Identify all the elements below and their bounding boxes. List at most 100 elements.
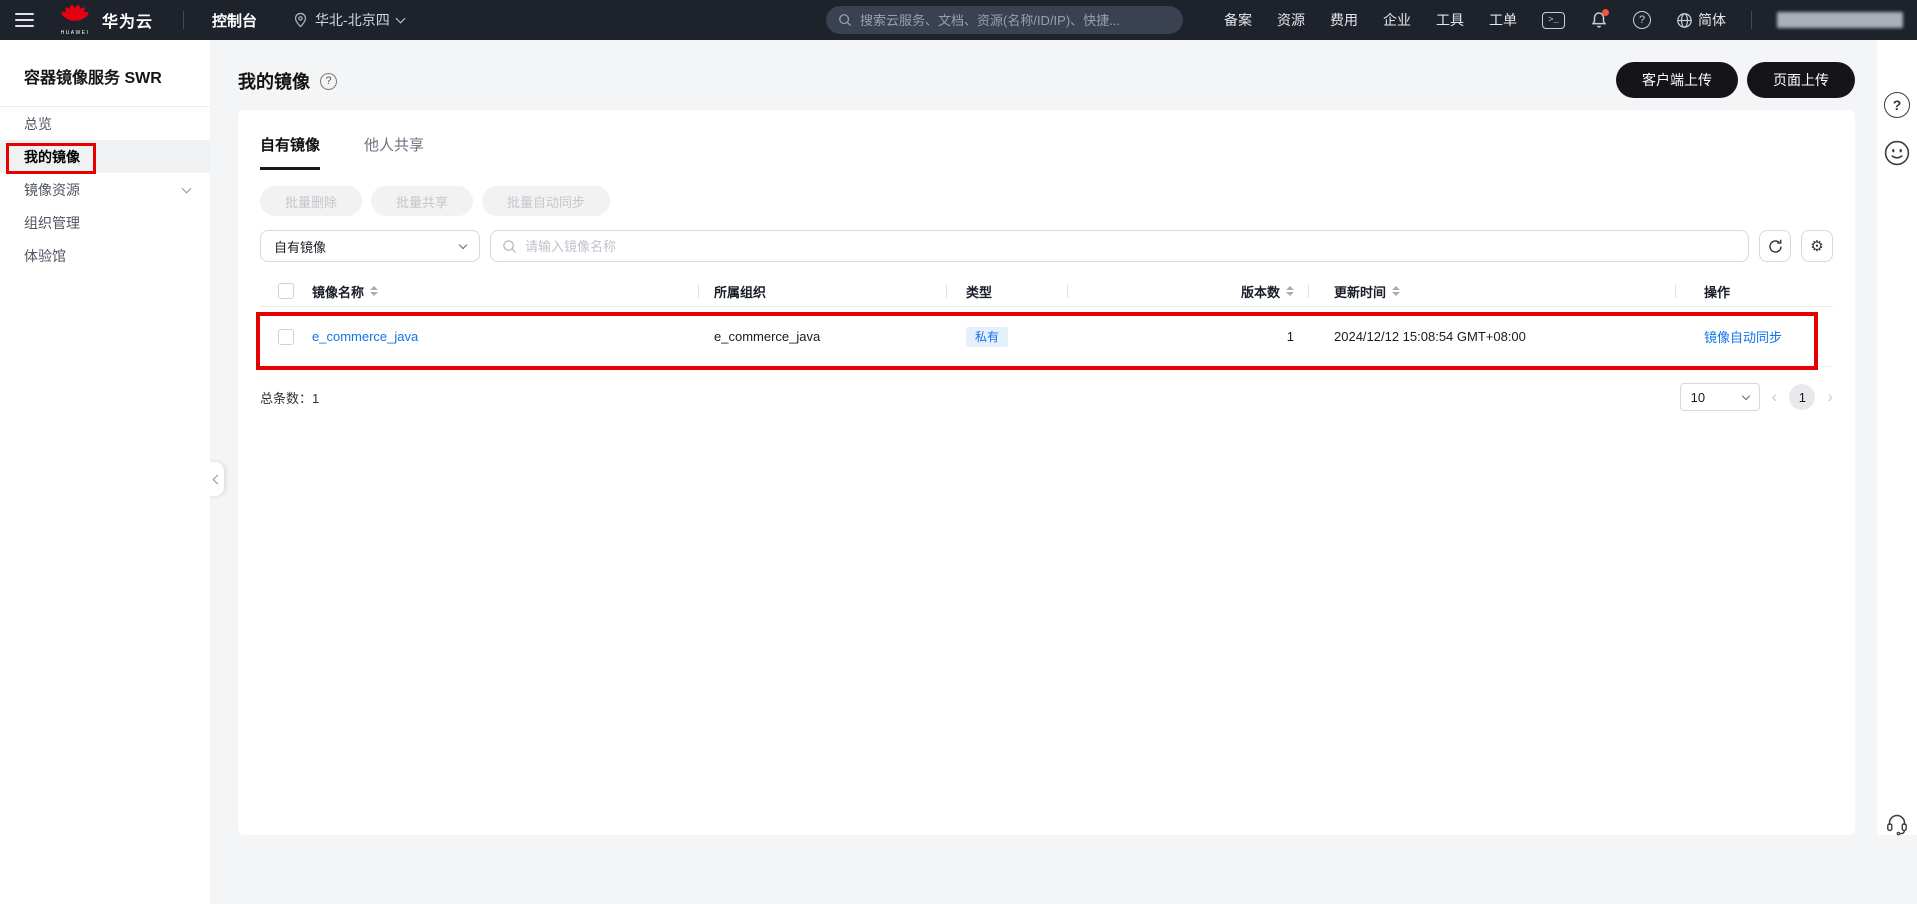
batch-share-button[interactable]: 批量共享	[371, 186, 474, 216]
huawei-logo: HUAWEI	[58, 4, 92, 36]
header-operation: 操作	[1704, 284, 1731, 300]
notification-dot	[1602, 9, 1609, 16]
current-page-button[interactable]: 1	[1789, 384, 1816, 410]
globe-icon	[1677, 12, 1692, 28]
sidebar-item-overview[interactable]: 总览	[0, 107, 210, 140]
type-badge: 私有	[966, 326, 1009, 347]
page-size-value: 10	[1690, 389, 1706, 405]
page-help-icon[interactable]: ?	[320, 72, 337, 90]
header-versions: 版本数	[1240, 284, 1280, 300]
select-value: 自有镜像	[274, 239, 327, 255]
chevron-down-icon	[458, 240, 468, 249]
page-size-select[interactable]: 10	[1679, 383, 1760, 411]
image-search[interactable]	[490, 230, 1749, 262]
search-icon	[839, 14, 852, 27]
menu-item-beian[interactable]: 备案	[1224, 10, 1252, 30]
image-search-input[interactable]	[525, 238, 1737, 254]
menu-item-billing[interactable]: 费用	[1330, 10, 1358, 30]
page-upload-button[interactable]: 页面上传	[1747, 62, 1855, 98]
menu-item-tools[interactable]: 工具	[1436, 10, 1464, 30]
row-checkbox[interactable]	[278, 328, 294, 345]
search-icon	[503, 239, 517, 253]
page-title: 我的镜像	[238, 72, 310, 92]
sidebar-item-label: 体验馆	[24, 247, 66, 264]
chevron-left-icon	[212, 474, 222, 484]
pagination: 10 ‹ 1 ›	[1679, 383, 1833, 411]
account-redacted[interactable]	[1777, 12, 1903, 28]
sidebar-item-label: 我的镜像	[24, 148, 80, 165]
language-label: 简体	[1698, 12, 1726, 28]
topbar-right-menu: 备案 资源 费用 企业 工具 工单 >_ ? 简体	[1224, 0, 1903, 40]
sidebar-item-label: 总览	[24, 115, 52, 132]
sidebar-item-my-images[interactable]: 我的镜像	[0, 140, 210, 173]
filter-row: 自有镜像 ⚙	[260, 230, 1833, 262]
region-label: 华北-北京四	[315, 12, 390, 28]
sort-icon[interactable]	[1286, 286, 1294, 296]
tab-shared-images[interactable]: 他人共享	[364, 134, 424, 170]
topbar-divider	[1751, 11, 1752, 29]
main-content: 我的镜像 ? 客户端上传 页面上传 自有镜像 他人共享 批量删除 批量共享 批量…	[210, 40, 1877, 904]
support-headset-icon[interactable]	[1885, 812, 1909, 841]
topbar: HUAWEI 华为云 控制台 华北-北京四 备案 资源 费用 企业 工具 工单 …	[0, 0, 1917, 40]
sidebar-item-experience[interactable]: 体验馆	[0, 239, 210, 272]
location-pin-icon	[294, 12, 307, 28]
brand-name[interactable]: 华为云	[102, 8, 153, 32]
next-page-chevron[interactable]: ›	[1827, 387, 1833, 407]
help-icon[interactable]: ?	[1633, 11, 1651, 29]
sidebar-item-organization[interactable]: 组织管理	[0, 206, 210, 239]
total-count-label: 总条数：	[260, 390, 313, 406]
huawei-petals-icon	[61, 4, 89, 21]
topbar-divider	[183, 11, 185, 29]
refresh-button[interactable]	[1759, 230, 1791, 262]
right-utility-rail: ?	[1877, 40, 1917, 836]
rail-help-icon[interactable]: ?	[1884, 92, 1910, 118]
service-title: 容器镜像服务 SWR	[0, 40, 210, 107]
global-search[interactable]	[826, 6, 1183, 34]
image-tabs: 自有镜像 他人共享	[238, 110, 1855, 170]
sidebar-item-label: 镜像资源	[24, 181, 80, 198]
hamburger-menu-icon[interactable]	[15, 9, 34, 31]
client-upload-button[interactable]: 客户端上传	[1616, 62, 1738, 98]
notifications-bell-icon[interactable]	[1590, 9, 1609, 29]
console-link[interactable]: 控制台	[212, 10, 257, 31]
language-switcher[interactable]: 简体	[1676, 10, 1726, 30]
versions-cell: 1	[1286, 329, 1294, 344]
table-header: 镜像名称 所属组织 类型 版本数 更新时间 操作	[260, 276, 1833, 307]
feedback-smiley-icon[interactable]	[1884, 140, 1910, 166]
header-image-name: 镜像名称	[312, 284, 365, 300]
global-search-input[interactable]	[860, 12, 1171, 28]
huawei-logo-text: HUAWEI	[60, 29, 90, 36]
batch-actions: 批量删除 批量共享 批量自动同步	[260, 186, 1833, 216]
table-row: e_commerce_java e_commerce_java 私有 1 202…	[260, 307, 1833, 367]
prev-page-chevron[interactable]: ‹	[1772, 387, 1778, 407]
sort-icon[interactable]	[1392, 286, 1401, 296]
organization-cell: e_commerce_java	[714, 328, 821, 344]
menu-item-resources[interactable]: 资源	[1277, 10, 1305, 30]
total-count-value: 1	[312, 390, 320, 406]
gear-icon: ⚙	[1810, 238, 1824, 255]
cloud-shell-icon[interactable]: >_	[1542, 11, 1565, 29]
column-settings-button[interactable]: ⚙	[1801, 230, 1833, 262]
menu-item-tickets[interactable]: 工单	[1489, 10, 1517, 30]
tab-own-images[interactable]: 自有镜像	[260, 134, 321, 170]
updated-cell: 2024/12/12 15:08:54 GMT+08:00	[1334, 328, 1526, 344]
image-name-link[interactable]: e_commerce_java	[312, 329, 418, 344]
table-footer: 总条数：1 10 ‹ 1 ›	[260, 383, 1833, 411]
sort-icon[interactable]	[370, 286, 379, 296]
chevron-down-icon	[1741, 391, 1750, 400]
chevron-down-icon	[395, 13, 406, 24]
region-selector[interactable]: 华北-北京四	[293, 10, 406, 30]
sidebar-item-label: 组织管理	[24, 214, 80, 231]
refresh-icon	[1768, 239, 1782, 253]
header-updated: 更新时间	[1334, 284, 1387, 300]
sidebar-item-image-resources[interactable]: 镜像资源	[0, 173, 210, 206]
image-type-select[interactable]: 自有镜像	[260, 230, 480, 262]
batch-auto-sync-button[interactable]: 批量自动同步	[482, 186, 611, 216]
header-organization: 所属组织	[714, 284, 767, 300]
chevron-down-icon	[181, 183, 192, 193]
images-table: 镜像名称 所属组织 类型 版本数 更新时间 操作 e_commerce_java…	[260, 276, 1833, 367]
menu-item-enterprise[interactable]: 企业	[1383, 10, 1411, 30]
batch-delete-button[interactable]: 批量删除	[260, 186, 363, 216]
auto-sync-action-link[interactable]: 镜像自动同步	[1704, 330, 1782, 345]
select-all-checkbox[interactable]	[278, 283, 294, 299]
